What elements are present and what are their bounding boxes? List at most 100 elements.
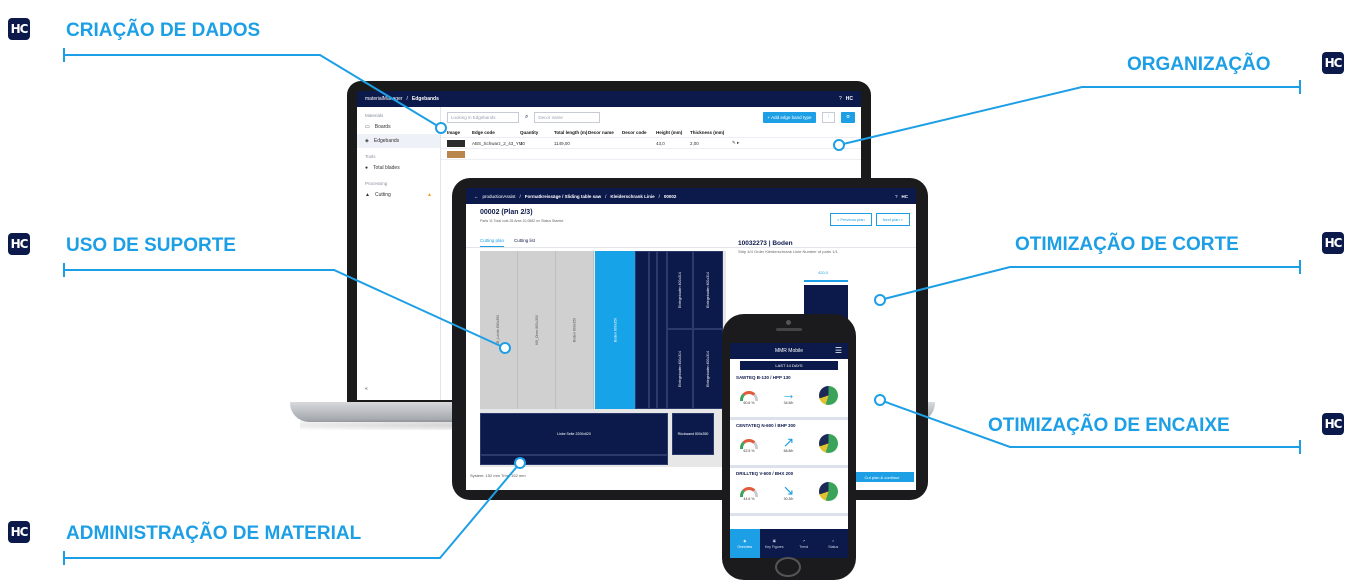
hc-logo-icon: HC [1322, 413, 1344, 435]
laptop-toolbar: Looking in Edgebands ⌕ Decor name + Add … [441, 107, 861, 127]
cutting-icon: ▲ [365, 192, 370, 198]
board-piece[interactable]: Linke Seite 2200x620 [480, 413, 668, 455]
board-piece[interactable]: Einlegeboden 400x314 [693, 329, 723, 409]
edgeband-icon: ◈ [365, 138, 369, 144]
breadcrumb-item[interactable]: Kleiderschrank Linie [610, 194, 654, 199]
table-row[interactable]: ABS_Schwarz_2_43_YM 10 1149,00 43,0 2,00… [441, 138, 861, 149]
hc-logo-icon: HC [1322, 52, 1344, 74]
search-input[interactable]: Looking in Edgebands [447, 111, 519, 123]
phone-topbar: MMR Mobile ☰ [730, 343, 848, 359]
callout-cut-optimization: OTIMIZAÇÃO DE CORTE [1015, 234, 1239, 255]
tablet-topbar: ← productionAssist / Formatkreissäge / Sl… [466, 188, 916, 204]
board-piece[interactable]: Boden 800x350 [556, 251, 594, 409]
hc-logo-icon: HC [8, 233, 30, 255]
machine-card[interactable]: SAWTEQ B-130 / HPP 130 60.6 % → 34.5/h [730, 372, 848, 420]
board-piece[interactable] [657, 251, 667, 409]
help-icon[interactable]: ? [895, 194, 898, 199]
part-width: 420,0 [818, 270, 829, 275]
board-piece[interactable]: Einlegeboden 400x314 [667, 251, 693, 329]
board-icon: ▭ [365, 124, 370, 130]
board-piece[interactable]: KB_Leiste 800x350 [480, 251, 518, 409]
sidebar-item-total-blades[interactable]: ● Total blades [357, 161, 440, 175]
status-pie-icon [818, 482, 838, 501]
breadcrumb-item: 00002 [663, 193, 677, 199]
nav-overview[interactable]: ◉ Overview [730, 529, 760, 558]
trend-icon: ↗ [802, 538, 806, 543]
edit-icon[interactable]: ✎ ▸ [732, 140, 756, 146]
board-piece[interactable] [649, 251, 657, 409]
help-icon[interactable]: ? [839, 96, 842, 102]
board-piece[interactable]: KB_Oben 800x350 [518, 251, 556, 409]
section-title: Edgebands [411, 96, 439, 102]
board-piece[interactable]: Einlegeboden 400x314 [667, 329, 693, 409]
callout-material-admin: ADMINISTRAÇÃO DE MATERIAL [66, 523, 362, 544]
previous-plan-button[interactable]: < Previous plan [829, 213, 872, 226]
phone-bottom-nav: ◉ Overview ▣ Key Figures ↗ Trend ◐ Status [730, 529, 848, 558]
next-plan-button[interactable]: Next plan > [875, 213, 910, 226]
board-piece[interactable]: Einlegeboden 400x314 [693, 251, 723, 329]
add-edgeband-button[interactable]: + Add edge band type [762, 111, 817, 123]
part-title: 10032273 | Boden [738, 240, 793, 247]
warning-icon: ▲ [427, 192, 432, 198]
board-piece-selected[interactable]: Boden 800x350 [595, 251, 635, 409]
edgeband-swatch [447, 150, 465, 158]
app-name[interactable]: materialManager [365, 96, 403, 102]
phone-home-button[interactable] [775, 557, 801, 577]
status-icon: ◐ [832, 538, 835, 543]
status-pie-icon [819, 386, 838, 405]
nav-key-figures[interactable]: ▣ Key Figures [760, 529, 790, 558]
board-piece[interactable]: Rückwand 800x350 [672, 413, 714, 455]
phone-screen: MMR Mobile ☰ LAST 14 DAYS SAWTEQ B-130 /… [730, 343, 848, 558]
nav-trend[interactable]: ↗ Trend [789, 529, 819, 558]
board-piece[interactable] [480, 455, 668, 465]
collapse-sidebar-icon[interactable]: « [357, 382, 376, 396]
callout-nesting-optimization: OTIMIZAÇÃO DE ENCAIXE [988, 415, 1230, 436]
breadcrumb-item[interactable]: Formatkreissäge / Sliding table saw [525, 194, 601, 199]
sidebar-group-tools: Tools [365, 154, 376, 159]
plan-footer: System: 152 mm Trim: 152 mm [470, 473, 526, 478]
edgeband-swatch [447, 139, 465, 147]
sidebar-item-edgebands[interactable]: ◈ Edgebands [357, 134, 440, 148]
gauge-icon [740, 391, 758, 401]
table-header: Image Edge code Quantity Total length (m… [441, 127, 861, 138]
status-pie-icon [818, 434, 838, 453]
plan-nav: < Previous plan Next plan > [829, 213, 910, 226]
trend-arrow-icon: ↗ [782, 434, 795, 450]
gauge-icon [740, 439, 758, 449]
callout-organization: ORGANIZAÇÃO [1127, 54, 1271, 75]
menu-icon[interactable]: ☰ [835, 347, 842, 355]
hc-logo-icon: HC [901, 193, 909, 199]
back-icon[interactable]: ← [474, 194, 479, 199]
phone-camera [786, 320, 791, 325]
decor-filter[interactable]: Decor name [534, 111, 601, 123]
plan-header: 00002 (Plan 2/3) Parts 11 Total cuts 25 … [466, 204, 916, 238]
sidebar-item-boards[interactable]: ▭ Boards [357, 120, 440, 134]
machine-name: DRILLTEQ V-600 / BHX 200 [736, 471, 794, 476]
laptop-sidebar: Materials ▭ Boards ◈ Edgebands Tools ● Tota… [357, 107, 441, 400]
overview-icon: ◉ [743, 538, 747, 543]
hc-logo-icon: HC [8, 521, 30, 543]
phone-speaker [776, 328, 802, 331]
cut-and-continue-button[interactable]: Cut plan & continue [850, 472, 914, 482]
callout-support-use: USO DE SUPORTE [66, 235, 236, 256]
search-icon[interactable]: ⌕ [525, 114, 528, 121]
machine-name: SAWTEQ B-130 / HPP 130 [736, 375, 791, 380]
part-dimension-line [804, 280, 848, 282]
blade-icon: ● [365, 165, 369, 171]
part-meta: Strip 4/4 Order Kleiderschrank Linie Num… [738, 249, 838, 254]
hc-logo-icon: HC [1322, 232, 1344, 254]
settings-icon[interactable]: ⚙ [840, 111, 855, 123]
breadcrumb-item[interactable]: productionAssist [483, 194, 516, 199]
tab-cutting-plan[interactable]: Cutting plan [480, 238, 505, 247]
board-piece[interactable] [635, 251, 649, 409]
period-selector[interactable]: LAST 14 DAYS [740, 361, 838, 370]
nav-status[interactable]: ◐ Status [819, 529, 849, 558]
callout-data-creation: CRIAÇÃO DE DADOS [66, 20, 261, 41]
machine-card[interactable]: DRILLTEQ V-600 / BHX 200 44.6 % ↘ 30.3/h [730, 468, 848, 516]
more-options-icon[interactable]: ⋮ [822, 111, 835, 123]
table-row[interactable] [441, 149, 861, 160]
cutting-board: KB_Leiste 800x350 KB_Oben 800x350 Boden … [480, 251, 726, 467]
machine-card[interactable]: CENTATEQ N-600 / BHP 300 62.5 % ↗ 66.8/h [730, 420, 848, 468]
sidebar-item-cutting[interactable]: ▲ Cutting ▲ [357, 188, 440, 202]
tab-cutting-list[interactable]: Cutting list [514, 238, 535, 247]
